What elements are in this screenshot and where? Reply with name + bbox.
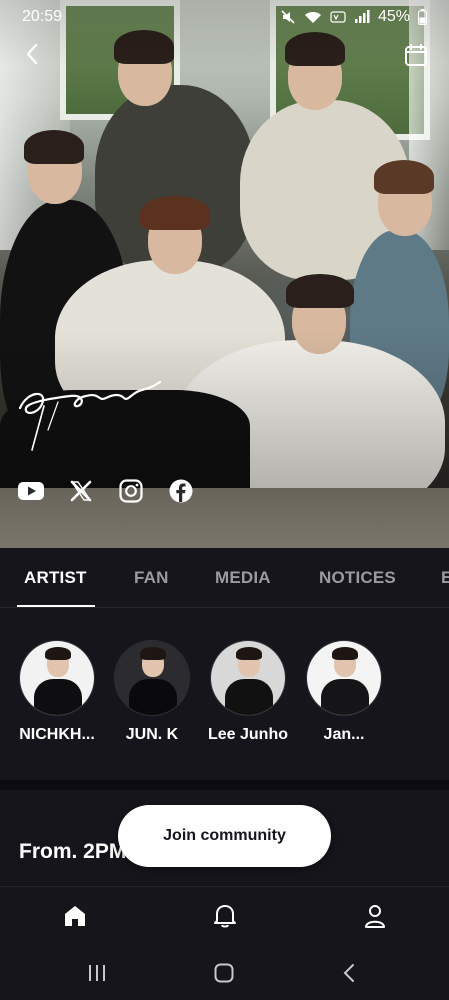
artist-name: Jan... [323,726,365,743]
artist-item[interactable]: Lee Junho [200,640,296,744]
artist-item[interactable]: NICHKH... [9,640,105,744]
instagram-icon[interactable] [118,478,144,504]
tab-more[interactable]: E [441,568,449,588]
section-title: From. 2PM [19,840,127,863]
section-divider [0,780,449,790]
calendar-icon[interactable] [401,40,431,70]
back-arrow-icon[interactable] [18,40,46,68]
join-community-label: Join community [163,827,286,844]
section-tabs: ARTIST FAN MEDIA NOTICES E [0,548,449,608]
avatar[interactable] [306,640,382,716]
artist-logo: 2pm [14,368,164,463]
signal-icon [354,10,370,24]
youtube-icon[interactable] [18,478,44,504]
2pm-logo-icon [18,380,162,451]
facebook-icon[interactable] [168,478,194,504]
bottom-navigation [0,886,449,944]
mute-icon [280,9,296,25]
artist-name: JUN. K [125,726,179,743]
artist-name: Lee Junho [207,726,288,743]
bell-icon[interactable] [210,901,240,931]
artist-item[interactable]: Jan... [296,640,392,744]
tab-media[interactable]: MEDIA [215,568,271,588]
logo-text: 2pm [14,368,16,369]
avatar[interactable] [114,640,190,716]
recents-icon[interactable] [85,962,109,984]
join-community-button[interactable]: Join community [118,805,331,867]
artist-list: NICHKH... JUN. K Lee Junho Jan... [0,608,449,780]
profile-icon[interactable] [360,901,390,931]
tab-notices[interactable]: NOTICES [319,568,396,588]
wifi-icon [304,10,322,24]
hero-image [0,0,449,548]
hero-shade [0,0,449,548]
artist-name: NICHKH... [19,726,95,743]
volte-icon [330,10,346,24]
x-icon[interactable] [68,478,94,504]
avatar[interactable] [210,640,286,716]
battery-percent: 45% [377,8,410,25]
back-icon[interactable] [337,962,361,984]
avatar[interactable] [19,640,95,716]
tab-fan[interactable]: FAN [134,568,169,588]
top-navigation [0,34,449,74]
home-button-icon[interactable] [212,962,236,984]
social-links [18,478,194,504]
status-time: 20:59 [22,8,63,25]
artist-item[interactable]: JUN. K [104,640,200,744]
battery-icon [418,9,427,25]
system-navigation [0,944,449,1000]
tab-artist[interactable]: ARTIST [24,568,87,588]
status-bar: 20:59 45% [0,0,449,34]
home-icon[interactable] [60,901,90,931]
